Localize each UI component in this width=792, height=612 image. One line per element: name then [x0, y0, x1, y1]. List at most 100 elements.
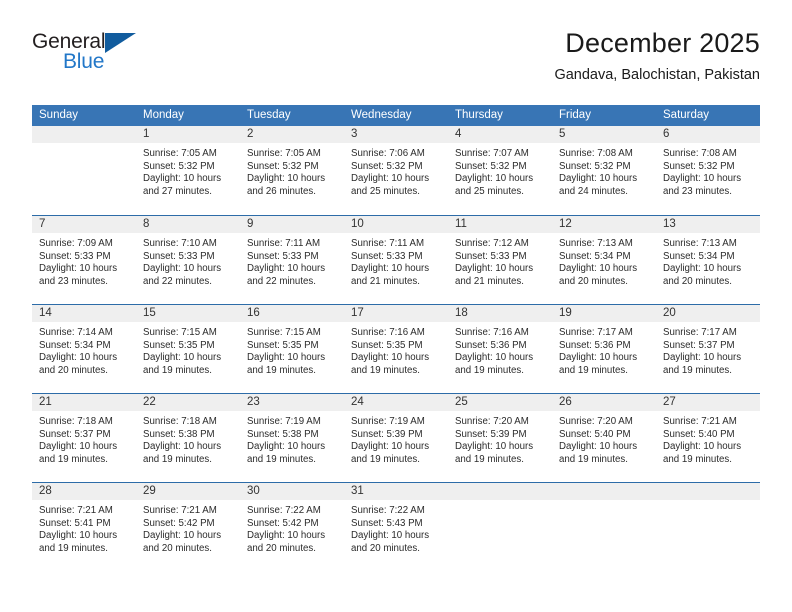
calendar-day-cell[interactable]: 3 Sunrise: 7:06 AM Sunset: 5:32 PM Daylight… [344, 126, 448, 215]
sunset-time: Sunset: 5:32 PM [455, 160, 527, 172]
day-number: 27 [656, 394, 760, 411]
day-number: 9 [240, 216, 344, 233]
daylight-duration-line1: Daylight: 10 hours [663, 173, 742, 185]
day-details: Sunrise: 7:22 AM Sunset: 5:43 PM Daylight:… [344, 500, 448, 555]
sunrise-time: Sunrise: 7:20 AM [455, 416, 529, 427]
sunset-time: Sunset: 5:35 PM [247, 339, 319, 351]
calendar-day-cell[interactable]: 2 Sunrise: 7:05 AM Sunset: 5:32 PM Daylight… [240, 126, 344, 215]
weekday-header-saturday: Saturday [663, 109, 710, 121]
calendar-day-cell[interactable]: 30 Sunrise: 7:22 AM Sunset: 5:42 PM Dayligh… [240, 483, 344, 571]
day-number: 25 [448, 394, 552, 411]
day-number: 3 [344, 126, 448, 143]
calendar-day-cell-empty [552, 483, 656, 571]
daylight-duration-line1: Daylight: 10 hours [559, 173, 638, 185]
calendar-day-cell[interactable]: 26 Sunrise: 7:20 AM Sunset: 5:40 PM Dayligh… [552, 394, 656, 482]
daylight-duration-line1: Daylight: 10 hours [247, 530, 326, 542]
calendar-day-cell[interactable]: 29 Sunrise: 7:21 AM Sunset: 5:42 PM Dayligh… [136, 483, 240, 571]
calendar-day-cell[interactable]: 12 Sunrise: 7:13 AM Sunset: 5:34 PM Dayligh… [552, 216, 656, 304]
day-details: Sunrise: 7:13 AM Sunset: 5:34 PM Daylight:… [552, 233, 656, 288]
day-details: Sunrise: 7:22 AM Sunset: 5:42 PM Daylight:… [240, 500, 344, 555]
weekday-header-friday: Friday [559, 109, 591, 121]
day-number: 13 [656, 216, 760, 233]
day-number [448, 483, 552, 500]
calendar-day-cell[interactable]: 14 Sunrise: 7:14 AM Sunset: 5:34 PM Dayligh… [32, 305, 136, 393]
sunset-time: Sunset: 5:33 PM [247, 250, 319, 262]
day-details: Sunrise: 7:11 AM Sunset: 5:33 PM Daylight:… [240, 233, 344, 288]
sunrise-time: Sunrise: 7:20 AM [559, 416, 633, 427]
calendar-day-cell[interactable]: 13 Sunrise: 7:13 AM Sunset: 5:34 PM Dayligh… [656, 216, 760, 304]
day-details: Sunrise: 7:20 AM Sunset: 5:39 PM Daylight:… [448, 411, 552, 466]
sunset-time: Sunset: 5:39 PM [455, 428, 527, 440]
title-block: December 2025 Gandava, Balochistan, Paki… [554, 26, 760, 86]
calendar-day-cell[interactable]: 17 Sunrise: 7:16 AM Sunset: 5:35 PM Dayligh… [344, 305, 448, 393]
sunset-time: Sunset: 5:32 PM [663, 160, 735, 172]
calendar-day-cell[interactable]: 15 Sunrise: 7:15 AM Sunset: 5:35 PM Dayligh… [136, 305, 240, 393]
day-number: 6 [656, 126, 760, 143]
day-number: 10 [344, 216, 448, 233]
sunset-time: Sunset: 5:33 PM [455, 250, 527, 262]
daylight-duration-line1: Daylight: 10 hours [663, 352, 742, 364]
page-title: December 2025 [565, 28, 760, 58]
calendar-day-cell[interactable]: 4 Sunrise: 7:07 AM Sunset: 5:32 PM Daylight… [448, 126, 552, 215]
calendar-day-cell[interactable]: 28 Sunrise: 7:21 AM Sunset: 5:41 PM Dayligh… [32, 483, 136, 571]
day-details: Sunrise: 7:07 AM Sunset: 5:32 PM Daylight:… [448, 143, 552, 198]
calendar-day-cell[interactable]: 19 Sunrise: 7:17 AM Sunset: 5:36 PM Dayligh… [552, 305, 656, 393]
calendar-day-cell[interactable]: 6 Sunrise: 7:08 AM Sunset: 5:32 PM Daylight… [656, 126, 760, 215]
sunset-time: Sunset: 5:37 PM [39, 428, 111, 440]
general-blue-logo[interactable]: General Blue [32, 30, 162, 82]
day-details: Sunrise: 7:16 AM Sunset: 5:36 PM Daylight:… [448, 322, 552, 377]
calendar-day-cell[interactable]: 11 Sunrise: 7:12 AM Sunset: 5:33 PM Dayligh… [448, 216, 552, 304]
daylight-duration-line1: Daylight: 10 hours [143, 173, 222, 185]
daylight-duration-line1: Daylight: 10 hours [455, 173, 534, 185]
daylight-duration-line2: and 23 minutes. [663, 185, 732, 197]
logo-text-blue: Blue [63, 50, 105, 73]
daylight-duration-line1: Daylight: 10 hours [663, 441, 742, 453]
day-details: Sunrise: 7:10 AM Sunset: 5:33 PM Daylight:… [136, 233, 240, 288]
calendar-day-cell[interactable]: 18 Sunrise: 7:16 AM Sunset: 5:36 PM Dayligh… [448, 305, 552, 393]
day-number: 26 [552, 394, 656, 411]
calendar-day-cell[interactable]: 5 Sunrise: 7:08 AM Sunset: 5:32 PM Daylight… [552, 126, 656, 215]
calendar-day-cell[interactable]: 10 Sunrise: 7:11 AM Sunset: 5:33 PM Dayligh… [344, 216, 448, 304]
day-details: Sunrise: 7:17 AM Sunset: 5:37 PM Daylight:… [656, 322, 760, 377]
calendar-day-cell[interactable]: 25 Sunrise: 7:20 AM Sunset: 5:39 PM Dayligh… [448, 394, 552, 482]
weekday-header-sunday: Sunday [39, 109, 79, 121]
calendar-day-cell[interactable]: 22 Sunrise: 7:18 AM Sunset: 5:38 PM Dayligh… [136, 394, 240, 482]
daylight-duration-line2: and 19 minutes. [351, 453, 420, 465]
day-number [552, 483, 656, 500]
calendar-day-cell[interactable]: 1 Sunrise: 7:05 AM Sunset: 5:32 PM Daylight… [136, 126, 240, 215]
sunrise-time: Sunrise: 7:21 AM [143, 505, 217, 516]
calendar-day-cell[interactable]: 8 Sunrise: 7:10 AM Sunset: 5:33 PM Daylight… [136, 216, 240, 304]
daylight-duration-line2: and 25 minutes. [351, 185, 420, 197]
calendar-day-cell[interactable]: 24 Sunrise: 7:19 AM Sunset: 5:39 PM Dayligh… [344, 394, 448, 482]
day-details: Sunrise: 7:21 AM Sunset: 5:42 PM Daylight:… [136, 500, 240, 555]
calendar-day-cell[interactable]: 20 Sunrise: 7:17 AM Sunset: 5:37 PM Dayligh… [656, 305, 760, 393]
day-details: Sunrise: 7:21 AM Sunset: 5:40 PM Daylight:… [656, 411, 760, 466]
sunrise-time: Sunrise: 7:15 AM [143, 327, 217, 338]
daylight-duration-line2: and 27 minutes. [143, 185, 212, 197]
calendar-day-cell[interactable]: 7 Sunrise: 7:09 AM Sunset: 5:33 PM Daylight… [32, 216, 136, 304]
sunrise-time: Sunrise: 7:22 AM [351, 505, 425, 516]
calendar-day-cell[interactable]: 16 Sunrise: 7:15 AM Sunset: 5:35 PM Dayligh… [240, 305, 344, 393]
daylight-duration-line1: Daylight: 10 hours [455, 263, 534, 275]
sunrise-time: Sunrise: 7:09 AM [39, 238, 113, 249]
daylight-duration-line2: and 19 minutes. [39, 542, 108, 554]
daylight-duration-line2: and 21 minutes. [351, 275, 420, 287]
sunset-time: Sunset: 5:40 PM [559, 428, 631, 440]
sunrise-time: Sunrise: 7:11 AM [351, 238, 425, 249]
sunset-time: Sunset: 5:32 PM [143, 160, 215, 172]
sunrise-time: Sunrise: 7:11 AM [247, 238, 321, 249]
calendar-day-cell[interactable]: 23 Sunrise: 7:19 AM Sunset: 5:38 PM Dayligh… [240, 394, 344, 482]
weekday-header-tuesday: Tuesday [247, 109, 291, 121]
page-header: General Blue December 2025 Gandava, Balo… [32, 26, 760, 96]
calendar-day-cell[interactable]: 21 Sunrise: 7:18 AM Sunset: 5:37 PM Dayligh… [32, 394, 136, 482]
calendar-day-cell[interactable]: 9 Sunrise: 7:11 AM Sunset: 5:33 PM Daylight… [240, 216, 344, 304]
calendar-day-cell-empty [656, 483, 760, 571]
calendar-day-cell[interactable]: 31 Sunrise: 7:22 AM Sunset: 5:43 PM Dayligh… [344, 483, 448, 571]
calendar-day-cell-empty [32, 126, 136, 215]
calendar-weeks: 1 Sunrise: 7:05 AM Sunset: 5:32 PM Daylight… [32, 126, 760, 571]
daylight-duration-line1: Daylight: 10 hours [559, 441, 638, 453]
sunset-time: Sunset: 5:42 PM [247, 517, 319, 529]
calendar-week-row: 21 Sunrise: 7:18 AM Sunset: 5:37 PM Dayligh… [32, 393, 760, 482]
calendar-day-cell[interactable]: 27 Sunrise: 7:21 AM Sunset: 5:40 PM Dayligh… [656, 394, 760, 482]
daylight-duration-line2: and 19 minutes. [663, 453, 732, 465]
